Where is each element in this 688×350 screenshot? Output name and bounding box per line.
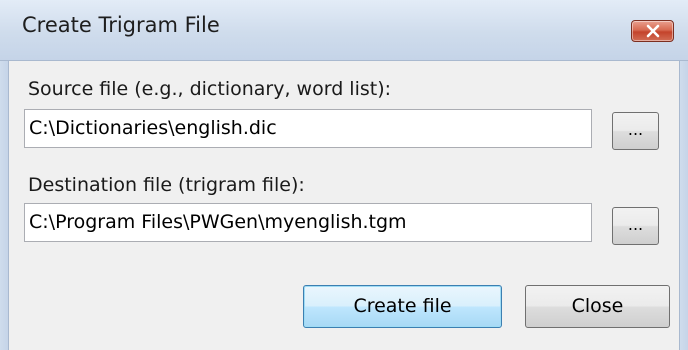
source-file-input[interactable]: C:\Dictionaries\english.dic [24,109,592,148]
window-frame-right [680,61,688,350]
destination-file-input[interactable]: C:\Program Files\PWGen\myenglish.tgm [24,203,592,242]
window-title: Create Trigram File [22,13,220,37]
title-bar[interactable]: Create Trigram File [0,0,688,61]
window-frame-left [0,61,8,350]
destination-browse-button[interactable]: ... [612,207,659,245]
destination-file-label: Destination file (trigram file): [28,174,305,196]
close-icon [646,24,660,38]
close-window-button[interactable] [631,20,674,42]
source-browse-button[interactable]: ... [612,112,659,150]
close-button[interactable]: Close [525,285,670,328]
create-file-button[interactable]: Create file [303,285,502,328]
source-file-label: Source file (e.g., dictionary, word list… [28,78,392,100]
create-trigram-dialog: Create Trigram File Source file (e.g., d… [0,0,688,350]
